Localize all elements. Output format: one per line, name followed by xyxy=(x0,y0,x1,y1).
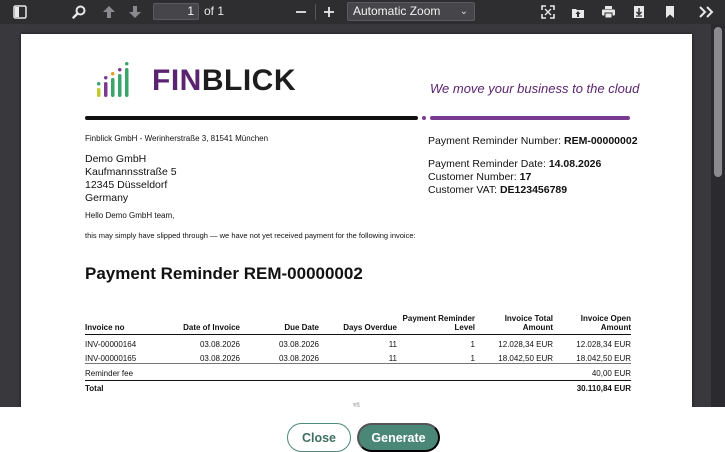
pdf-viewer[interactable]: FINBLICK We move your business to the cl… xyxy=(0,24,725,407)
table-cell: 12.028,34 EUR xyxy=(498,340,553,349)
watermark-icon: ❖ xyxy=(347,397,365,407)
bookmark-icon[interactable] xyxy=(661,3,679,21)
table-cell: 03.08.2026 xyxy=(199,354,240,363)
recipient-name: Demo GmbH xyxy=(85,153,147,165)
page-count-label: of 1 xyxy=(204,4,225,18)
generate-button[interactable]: Generate xyxy=(357,423,440,452)
download-icon[interactable] xyxy=(630,3,648,21)
recipient-street: Kaufmannsstraße 5 xyxy=(85,166,177,178)
toolbar-divider xyxy=(315,4,316,20)
intro-text: this may simply have slipped through — w… xyxy=(85,231,416,240)
customer-vat-line: Customer VAT: DE123456789 xyxy=(428,184,568,196)
page-number-input[interactable]: 1 xyxy=(153,3,199,20)
finblick-logo-icon xyxy=(97,62,129,97)
invoice-table: Invoice no Date of Invoice Due Date Days… xyxy=(85,314,631,393)
reminder-fee-value: 40,00 EUR xyxy=(553,363,631,381)
zoom-in-icon[interactable] xyxy=(320,3,338,21)
table-cell: INV-00000165 xyxy=(85,354,137,363)
dialog-footer: Close Generate xyxy=(0,407,725,452)
close-button[interactable]: Close xyxy=(287,423,351,452)
header-rule-purple xyxy=(430,116,630,120)
column-header: Days Overdue xyxy=(319,314,397,335)
company-tagline: We move your business to the cloud xyxy=(430,81,640,96)
column-header: Invoice Total Amount xyxy=(475,314,553,335)
table-cell: 1 xyxy=(470,354,475,363)
table-cell: 1 xyxy=(470,340,475,349)
pdf-preview-dialog: 1 of 1 Automatic Zoom ⌄ FINBLICK We move… xyxy=(0,0,725,452)
chevron-down-icon: ⌄ xyxy=(459,6,468,17)
table-cell: 03.08.2026 xyxy=(278,354,319,363)
column-header: Due Date xyxy=(240,314,319,335)
total-label: Total xyxy=(85,380,553,393)
table-cell: 11 xyxy=(388,354,397,363)
zoom-out-icon[interactable] xyxy=(292,3,310,21)
print-icon[interactable] xyxy=(599,3,617,21)
zoom-select-value: Automatic Zoom xyxy=(353,4,441,18)
column-header: Invoice Open Amount xyxy=(553,314,631,335)
table-row: INV-00000165 03.08.2026 03.08.2026 11 1 … xyxy=(85,349,631,364)
search-icon[interactable] xyxy=(70,3,88,21)
recipient-country: Germany xyxy=(85,192,129,204)
table-cell: 03.08.2026 xyxy=(278,340,319,349)
column-header: Payment Reminder Level xyxy=(397,314,475,335)
column-header: Invoice no xyxy=(85,314,159,335)
invoice-table-header: Invoice no Date of Invoice Due Date Days… xyxy=(85,314,631,335)
recipient-city: 12345 Düsseldorf xyxy=(85,179,168,191)
table-cell: 18.042,50 EUR xyxy=(498,354,553,363)
header-rule-dot xyxy=(422,116,426,120)
zoom-select[interactable]: Automatic Zoom ⌄ xyxy=(347,2,475,21)
customer-number-line: Customer Number: 17 xyxy=(428,171,532,183)
table-cell: INV-00000164 xyxy=(85,340,137,349)
open-file-icon[interactable] xyxy=(569,3,587,21)
sidebar-toggle-icon[interactable] xyxy=(11,3,29,21)
document-title: Payment Reminder REM-00000002 xyxy=(85,264,363,283)
reminder-fee-label: Reminder fee xyxy=(85,363,553,381)
recipient-address: Demo GmbH Kaufmannsstraße 5 12345 Düssel… xyxy=(85,153,177,205)
greeting-text: Hello Demo GmbH team, xyxy=(85,211,175,220)
column-header: Date of Invoice xyxy=(159,314,240,335)
total-value: 30.110,84 EUR xyxy=(553,380,631,393)
tools-icon[interactable] xyxy=(697,3,715,21)
pdf-toolbar: 1 of 1 Automatic Zoom ⌄ xyxy=(0,0,725,24)
total-row: Total 30.110,84 EUR xyxy=(85,380,631,393)
reminder-date-line: Payment Reminder Date: 14.08.2026 xyxy=(428,158,602,170)
scrollbar-thumb[interactable] xyxy=(714,27,722,177)
reminder-fee-row: Reminder fee 40,00 EUR xyxy=(85,363,631,381)
table-row: INV-00000164 03.08.2026 03.08.2026 11 1 … xyxy=(85,335,631,350)
vertical-scrollbar[interactable] xyxy=(711,24,725,407)
reminder-number-line: Payment Reminder Number: REM-00000002 xyxy=(428,135,638,147)
previous-page-icon[interactable] xyxy=(100,3,118,21)
table-cell: 03.08.2026 xyxy=(199,340,240,349)
table-cell: 18.042,50 EUR xyxy=(576,354,631,363)
header-rule-dark xyxy=(85,116,418,120)
presentation-mode-icon[interactable] xyxy=(539,3,557,21)
table-cell: 12.028,34 EUR xyxy=(576,340,631,349)
pdf-page: FINBLICK We move your business to the cl… xyxy=(21,34,692,407)
company-logo-text: FINBLICK xyxy=(152,64,296,97)
sender-address-line: Finblick GmbH - Werinherstraße 3, 81541 … xyxy=(85,134,269,143)
table-cell: 11 xyxy=(388,340,397,349)
next-page-icon[interactable] xyxy=(126,3,144,21)
